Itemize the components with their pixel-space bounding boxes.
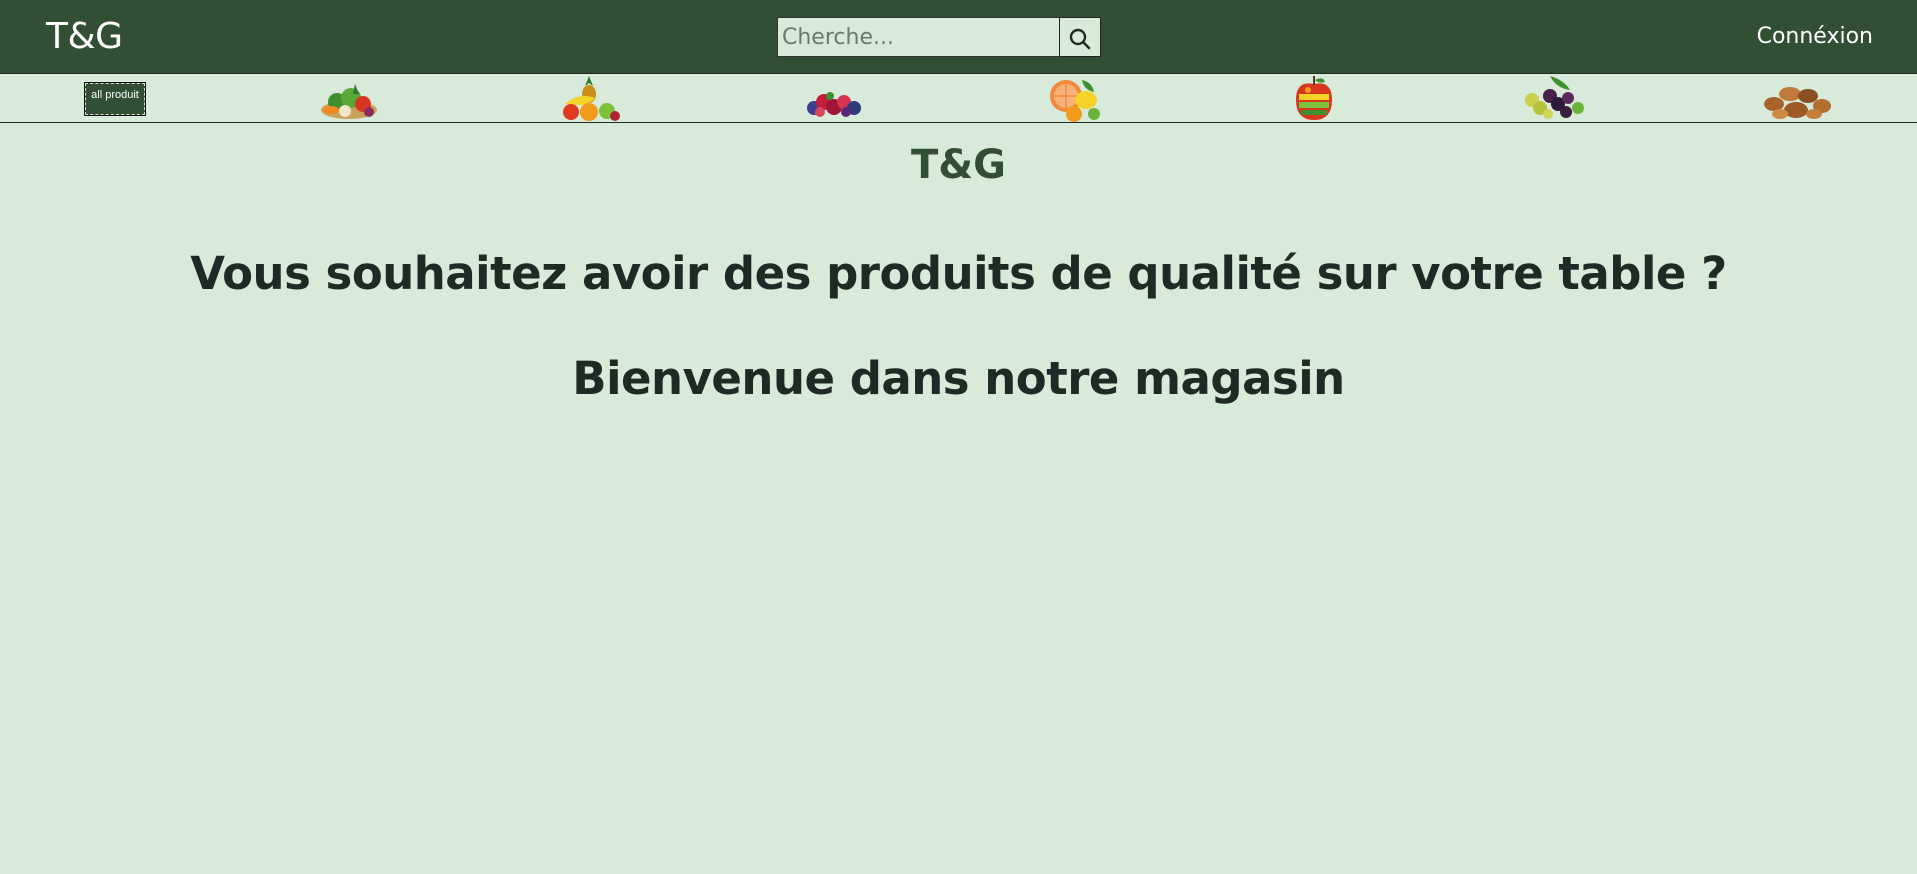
- fruits-icon: [563, 76, 620, 121]
- category-fruits[interactable]: [555, 74, 623, 122]
- search-button[interactable]: [1059, 17, 1101, 57]
- apple-fruit-mix-icon: [1296, 76, 1332, 120]
- category-apple-mix[interactable]: [1293, 74, 1335, 122]
- grapes-berries-icon: [1525, 76, 1584, 119]
- brand-logo[interactable]: T&G: [46, 16, 123, 57]
- search-input[interactable]: [777, 17, 1059, 57]
- berries-icon: [807, 92, 861, 117]
- top-navbar: T&G Connéxion: [0, 0, 1917, 73]
- vegetables-icon: [321, 84, 377, 119]
- login-link[interactable]: Connéxion: [1757, 24, 1873, 49]
- category-grapes[interactable]: [1520, 74, 1590, 122]
- category-all-products[interactable]: all produit: [84, 82, 146, 116]
- citrus-icon: [1050, 80, 1100, 122]
- category-citrus[interactable]: [1042, 74, 1104, 122]
- site-title: T&G: [911, 142, 1006, 188]
- category-nuts[interactable]: [1760, 74, 1834, 122]
- category-vegetables[interactable]: [317, 74, 381, 122]
- category-bar: all produit: [0, 73, 1917, 123]
- hero-headline: Vous souhaitez avoir des produits de qua…: [190, 247, 1727, 300]
- nuts-icon: [1764, 87, 1831, 119]
- category-berries[interactable]: [800, 74, 866, 122]
- search-icon: [1069, 28, 1091, 50]
- welcome-message: Bienvenue dans notre magasin: [572, 352, 1345, 405]
- search-form: [777, 17, 1101, 57]
